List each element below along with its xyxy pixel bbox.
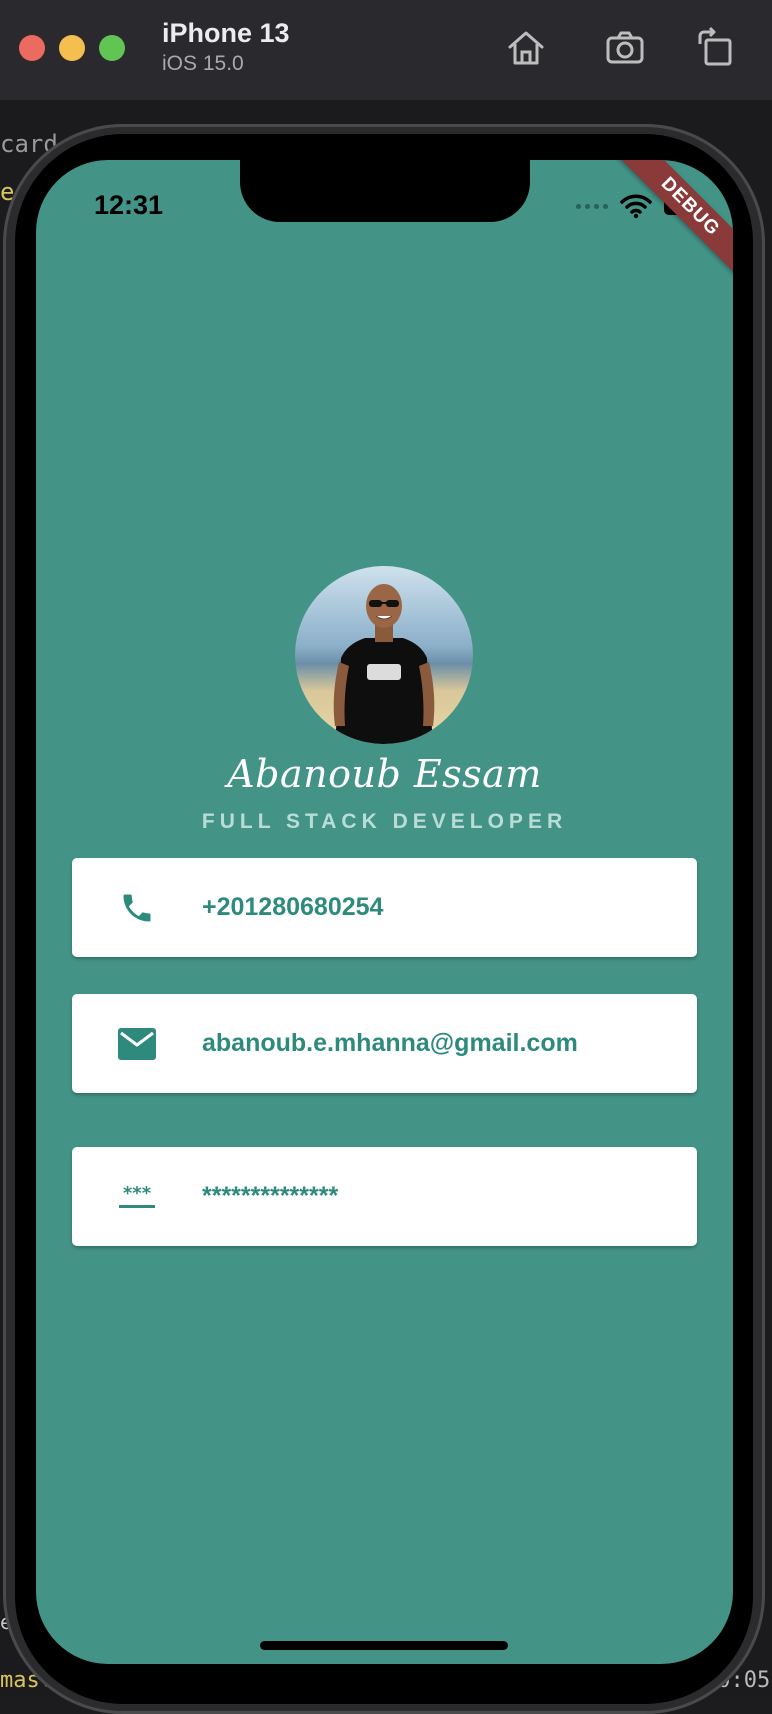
password-value: ************** xyxy=(202,1182,339,1210)
home-indicator[interactable] xyxy=(260,1641,508,1650)
os-version: iOS 15.0 xyxy=(162,52,244,75)
app-screen: 12:31 DEBUG Abanoub Essam FULL STACK DEV… xyxy=(36,160,733,1664)
profile-title: FULL STACK DEVELOPER xyxy=(201,810,568,833)
password-card[interactable]: *** ************** xyxy=(72,1147,697,1246)
minimize-window-button[interactable] xyxy=(59,35,85,61)
rotate-icon xyxy=(698,26,732,66)
home-button[interactable] xyxy=(500,22,552,74)
zoom-window-button[interactable] xyxy=(99,35,125,61)
password-icon: *** xyxy=(72,1183,202,1211)
phone-icon xyxy=(72,890,202,926)
svg-text:***: *** xyxy=(123,1183,152,1204)
close-window-button[interactable] xyxy=(19,35,45,61)
camera-icon xyxy=(606,31,644,64)
signal-icon xyxy=(576,203,608,209)
rotate-button[interactable] xyxy=(690,22,742,74)
phone-card[interactable]: +201280680254 xyxy=(72,858,697,957)
status-time: 12:31 xyxy=(94,190,164,220)
profile-name: Abanoub Essam xyxy=(227,752,542,796)
simulator-title-bar: iPhone 13 iOS 15.0 xyxy=(0,0,772,101)
notch xyxy=(240,160,530,222)
phone-number: +201280680254 xyxy=(202,893,384,921)
home-icon xyxy=(508,31,544,65)
mail-icon xyxy=(72,1027,202,1060)
device-name: iPhone 13 xyxy=(162,18,290,48)
email-card[interactable]: abanoub.e.mhanna@gmail.com xyxy=(72,994,697,1093)
email-address: abanoub.e.mhanna@gmail.com xyxy=(202,1029,578,1057)
avatar xyxy=(295,566,473,744)
wifi-icon xyxy=(620,193,652,219)
screenshot-button[interactable] xyxy=(599,22,651,74)
